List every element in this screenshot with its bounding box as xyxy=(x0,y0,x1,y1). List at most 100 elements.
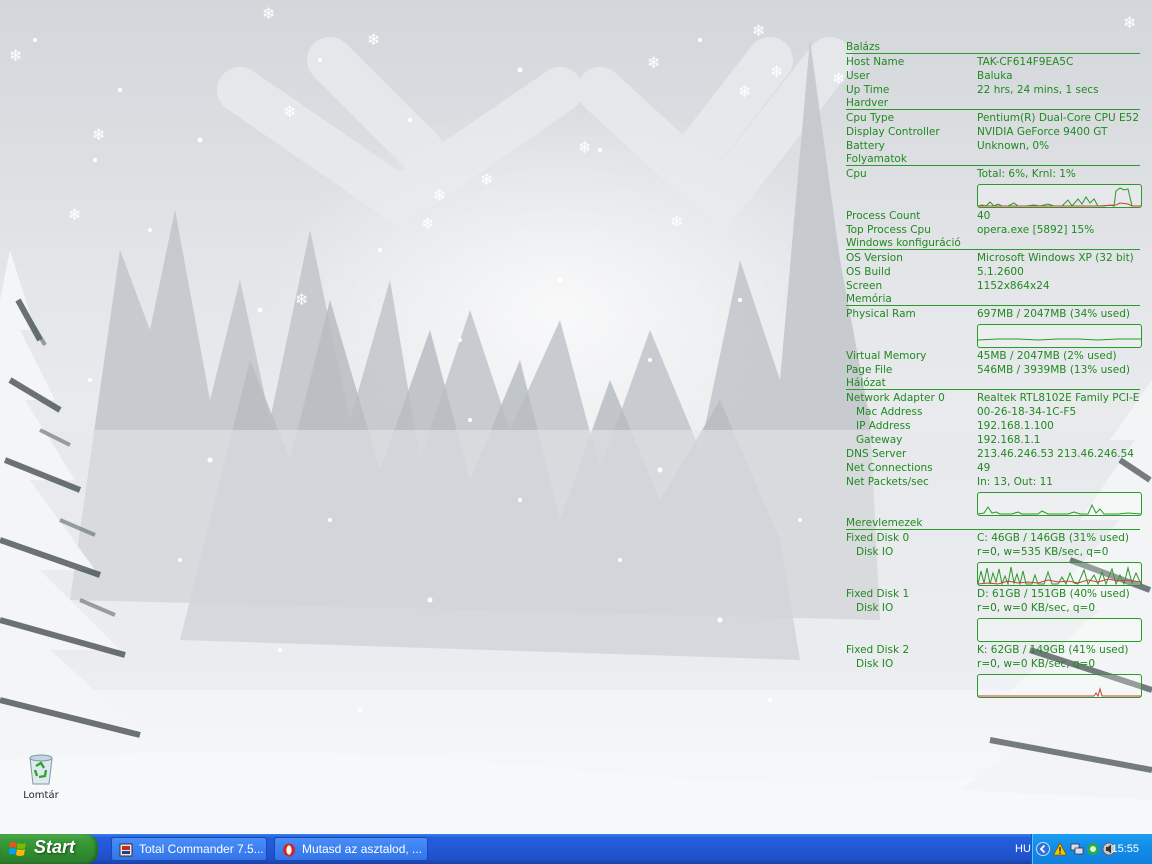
info-value: 1152x864x24 xyxy=(977,280,1050,292)
svg-text:❄: ❄ xyxy=(295,290,308,309)
disk-2-io-graph xyxy=(977,674,1142,698)
svg-text:❄: ❄ xyxy=(480,170,493,189)
info-key: Disk IO xyxy=(856,546,894,558)
graph-row-memory xyxy=(846,321,1142,349)
info-value: 697MB / 2047MB (34% used) xyxy=(977,308,1130,320)
info-value: 40 xyxy=(977,210,991,222)
info-key: Cpu xyxy=(846,168,867,180)
graph-row-disk-2 xyxy=(846,671,1142,699)
info-row-mac-address: Mac Address 00-26-18-34-1C-F5 xyxy=(846,405,1142,419)
info-value: Realtek RTL8102E Family PCI-E Fa xyxy=(977,392,1142,404)
info-key: Page File xyxy=(846,364,893,376)
info-value: Pentium(R) Dual-Core CPU E52 xyxy=(977,112,1140,124)
info-key: Battery xyxy=(846,140,885,152)
info-key: Virtual Memory xyxy=(846,350,927,362)
section-header-windows-config: Windows konfiguráció xyxy=(846,237,1142,251)
info-value: K: 62GB / 149GB (41% used) xyxy=(977,644,1129,656)
section-divider xyxy=(846,305,1140,306)
info-key: Fixed Disk 0 xyxy=(846,532,910,544)
section-divider xyxy=(846,249,1140,250)
info-value: 49 xyxy=(977,462,991,474)
svg-text:❄: ❄ xyxy=(770,62,783,81)
info-value: Total: 6%, Krnl: 1% xyxy=(977,168,1076,180)
graph-row-network xyxy=(846,489,1142,517)
language-indicator[interactable]: HU xyxy=(1015,834,1031,864)
recycle-bin-icon xyxy=(25,752,57,786)
info-value: In: 13, Out: 11 xyxy=(977,476,1053,488)
info-row-net-packets: Net Packets/sec In: 13, Out: 11 xyxy=(846,475,1142,489)
info-value: r=0, w=535 KB/sec, q=0 xyxy=(977,546,1109,558)
info-value: TAK-CF614F9EA5C xyxy=(977,56,1074,68)
section-header-disks: Merevlemezek xyxy=(846,517,1142,531)
info-value: 45MB / 2047MB (2% used) xyxy=(977,350,1117,362)
svg-text:❄: ❄ xyxy=(262,4,275,23)
svg-text:❄: ❄ xyxy=(832,69,845,88)
info-row-fixed-disk-1: Fixed Disk 1 D: 61GB / 151GB (40% used) xyxy=(846,587,1142,601)
info-row-cpu-type: Cpu Type Pentium(R) Dual-Core CPU E52 xyxy=(846,111,1142,125)
graph-row-cpu xyxy=(846,181,1142,209)
start-button[interactable]: Start xyxy=(0,834,98,864)
info-key: Mac Address xyxy=(856,406,923,418)
info-row-display-controller: Display Controller NVIDIA GeForce 9400 GT xyxy=(846,125,1142,139)
network-icon[interactable] xyxy=(1070,842,1084,856)
info-key: Physical Ram xyxy=(846,308,916,320)
info-key: Disk IO xyxy=(856,602,894,614)
network-packets-graph xyxy=(977,492,1142,516)
info-key: Screen xyxy=(846,280,883,292)
svg-text:❄: ❄ xyxy=(752,21,765,40)
info-value: Microsoft Windows XP (32 bit) xyxy=(977,252,1134,264)
info-value: Baluka xyxy=(977,70,1013,82)
taskbar-button-label: Total Commander 7.5... xyxy=(139,842,264,856)
info-value: Unknown, 0% xyxy=(977,140,1050,152)
info-key: DNS Server xyxy=(846,448,907,460)
info-value: 546MB / 3939MB (13% used) xyxy=(977,364,1130,376)
svg-text:❄: ❄ xyxy=(1123,13,1136,32)
section-header-memory: Memória xyxy=(846,293,1142,307)
taskbar-clock[interactable]: 15:55 xyxy=(1111,834,1139,864)
opera-icon xyxy=(282,842,296,857)
svg-text:❄: ❄ xyxy=(433,186,446,205)
info-row-process-count: Process Count 40 xyxy=(846,209,1142,223)
section-divider xyxy=(846,53,1140,54)
section-divider xyxy=(846,529,1140,530)
info-key: Host Name xyxy=(846,56,905,68)
info-row-network-adapter: Network Adapter 0 Realtek RTL8102E Family… xyxy=(846,391,1142,405)
info-row-disk-io-0: Disk IO r=0, w=535 KB/sec, q=0 xyxy=(846,545,1142,559)
graph-row-disk-0 xyxy=(846,559,1142,587)
info-key: Gateway xyxy=(856,434,903,446)
info-row-fixed-disk-2: Fixed Disk 2 K: 62GB / 149GB (41% used) xyxy=(846,643,1142,657)
info-row-disk-io-2: Disk IO r=0, w=0 KB/sec, q=0 xyxy=(846,657,1142,671)
info-row-battery: Battery Unknown, 0% xyxy=(846,139,1142,153)
info-value: NVIDIA GeForce 9400 GT xyxy=(977,126,1108,138)
info-key: Net Packets/sec xyxy=(846,476,929,488)
info-row-physical-ram: Physical Ram 697MB / 2047MB (34% used) xyxy=(846,307,1142,321)
security-shield-icon[interactable] xyxy=(1086,842,1100,856)
section-divider xyxy=(846,165,1140,166)
taskbar: Start Total Commander 7.5... Mutasd az a… xyxy=(0,834,1152,864)
info-key: OS Build xyxy=(846,266,891,278)
info-row-virtual-memory: Virtual Memory 45MB / 2047MB (2% used) xyxy=(846,349,1142,363)
svg-text:❄: ❄ xyxy=(421,214,434,233)
svg-text:❄: ❄ xyxy=(578,138,591,157)
recycle-bin-desktop-icon[interactable]: Lomtár xyxy=(14,752,68,801)
info-row-net-connections: Net Connections 49 xyxy=(846,461,1142,475)
info-row-host-name: Host Name TAK-CF614F9EA5C xyxy=(846,55,1142,69)
section-header-hardware: Hardver xyxy=(846,97,1142,111)
info-value: D: 61GB / 151GB (40% used) xyxy=(977,588,1130,600)
taskbar-button-opera[interactable]: Mutasd az asztalod, ... xyxy=(274,837,428,861)
info-value: 00-26-18-34-1C-F5 xyxy=(977,406,1077,418)
memory-usage-graph xyxy=(977,324,1142,348)
svg-text:❄: ❄ xyxy=(367,30,380,49)
taskbar-button-total-commander[interactable]: Total Commander 7.5... xyxy=(111,837,267,861)
start-label: Start xyxy=(34,837,76,857)
section-header-user: Balázs xyxy=(846,41,1142,55)
info-row-screen: Screen 1152x864x24 xyxy=(846,279,1142,293)
info-row-disk-io-1: Disk IO r=0, w=0 KB/sec, q=0 xyxy=(846,601,1142,615)
info-key: OS Version xyxy=(846,252,903,264)
recycle-bin-label: Lomtár xyxy=(23,790,59,801)
warning-icon[interactable] xyxy=(1052,842,1068,856)
info-row-ip-address: IP Address 192.168.1.100 xyxy=(846,419,1142,433)
info-row-top-process: Top Process Cpu opera.exe [5892] 15% xyxy=(846,223,1142,237)
info-value: 213.46.246.53 213.46.246.54 xyxy=(977,448,1134,460)
show-hidden-icons-chevron-icon[interactable] xyxy=(1036,842,1050,856)
